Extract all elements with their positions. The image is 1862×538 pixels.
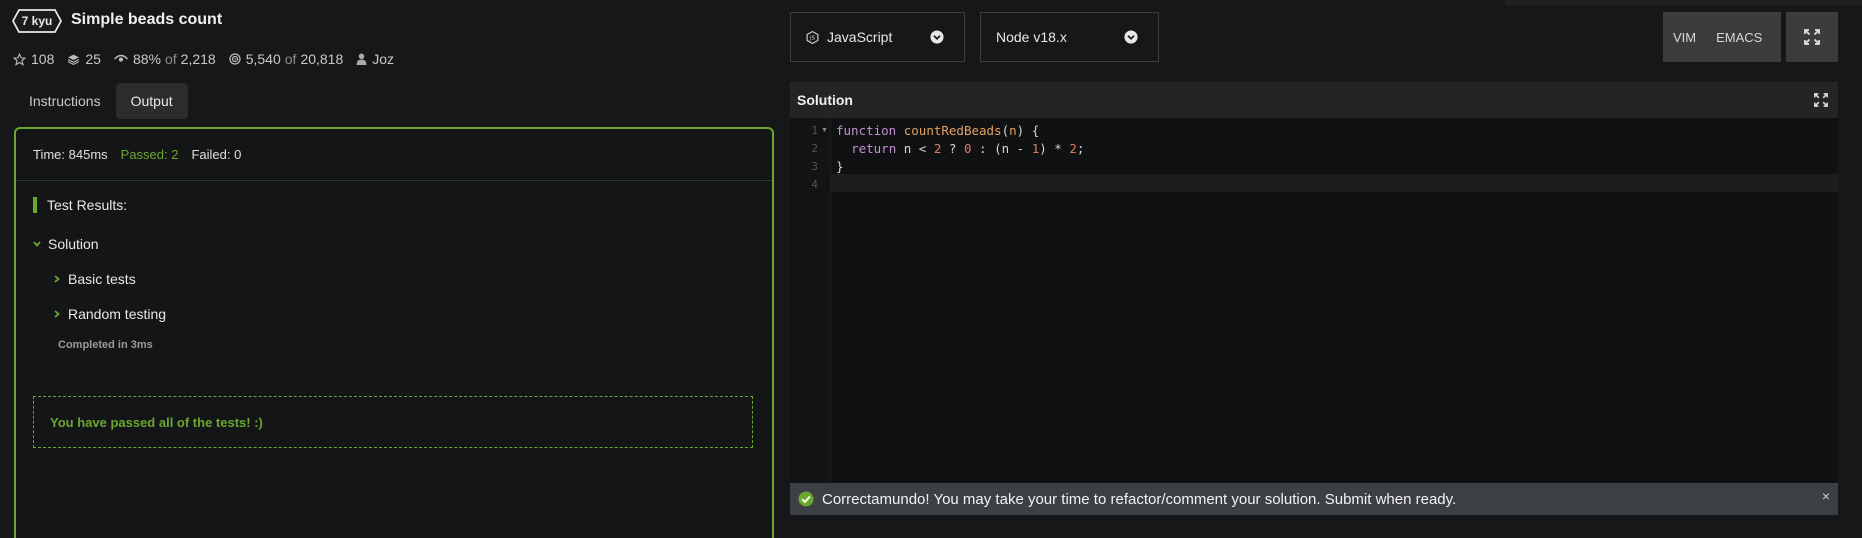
stars-stat[interactable]: 108 [13,51,54,67]
star-icon [13,52,26,66]
group-solution[interactable]: Solution [32,236,99,252]
failed-count: Failed: 0 [191,147,242,162]
target-icon [229,53,241,65]
kata-stats: 108 25 88% of 2,218 5,540 of 20,818 Joz [13,49,407,69]
layers-icon [68,54,80,65]
line-number: 4 [811,178,818,191]
chevron-right-icon [54,275,60,283]
runtime-value: Node v18.x [996,29,1067,45]
chevron-right-icon [54,310,60,318]
rank-badge: 7 kyu [12,9,62,33]
language-select[interactable]: JS JavaScript [790,12,965,62]
line-number: 2 [811,142,818,155]
chevron-down-circle-icon [1124,30,1138,44]
expand-icon [1804,29,1820,45]
test-random[interactable]: Random testing [52,306,166,322]
run-time: Time: 845ms [33,147,108,162]
user-icon [356,53,367,65]
author-stat[interactable]: Joz [356,51,394,67]
toast-message: Correctamundo! You may take your time to… [822,490,1457,508]
editor-gutter: 1 2 3 4 ▼ [790,118,831,483]
active-line [831,174,1838,192]
runtime-select[interactable]: Node v18.x [980,12,1159,62]
close-icon[interactable]: × [1822,488,1830,504]
eye-icon [113,54,128,62]
chevron-down-circle-icon [930,30,944,44]
svg-text:JS: JS [809,35,816,41]
satisfaction-stat: 88% of 2,218 [113,51,216,67]
satisfaction-votes: 2,218 [180,51,216,67]
vim-button[interactable]: VIM [1663,30,1706,45]
expand-icon[interactable] [1814,93,1828,107]
solution-title: Solution [797,92,853,108]
line-number: 1 [811,124,818,137]
code-editor[interactable]: 1 2 3 4 ▼ function countRedBeads(n) { re… [790,118,1838,483]
check-circle-icon [798,491,814,507]
rank-label: 7 kyu [21,14,53,28]
output-panel: Time: 845ms Passed: 2 Failed: 0 Test Res… [14,127,774,538]
test-label: Basic tests [68,271,136,287]
run-summary: Time: 845ms Passed: 2 Failed: 0 [16,129,772,181]
kata-panel: 7 kyu Simple beads count 108 25 88% of 2… [0,0,780,538]
passed-count: Passed: 2 [120,147,179,162]
test-label: Random testing [68,306,167,322]
language-value: JavaScript [827,29,893,45]
tab-instructions[interactable]: Instructions [14,83,116,119]
top-divider [1505,0,1862,5]
kata-title[interactable]: Simple beads count [71,11,222,29]
panel-tabs: Instructions Output [14,83,188,119]
keybinding-modes: VIM EMACS [1663,12,1781,62]
chevron-down-icon [33,241,41,247]
collections-stat[interactable]: 25 [67,51,101,67]
stars-count: 108 [31,51,55,67]
test-basic[interactable]: Basic tests [52,271,136,287]
group-label: Solution [48,236,99,252]
success-toast: Correctamundo! You may take your time to… [790,483,1838,515]
completed-time: Completed in 3ms [58,339,153,351]
solution-header: Solution [790,82,1838,118]
results-heading: Test Results: [33,197,127,213]
satisfaction-percent: 88% [132,51,161,67]
collections-count: 25 [85,51,101,67]
nodejs-hex-icon: JS [806,30,819,44]
completed-of: of [284,51,297,67]
emacs-button[interactable]: EMACS [1706,30,1772,45]
app-root: 7 kyu Simple beads count 108 25 88% of 2… [0,0,1862,538]
author-name: Joz [372,51,395,67]
line-number: 3 [811,160,818,173]
tab-output[interactable]: Output [115,83,188,119]
completions-stat: 5,540 of 20,818 [229,51,344,67]
pass-message: You have passed all of the tests! :) [33,396,753,448]
completed-count: 5,540 [245,51,281,67]
fullscreen-button[interactable] [1786,12,1838,62]
fold-arrow-icon[interactable]: ▼ [821,127,828,134]
attempted-count: 20,818 [300,51,344,67]
code-content[interactable]: function countRedBeads(n) { return n < 2… [836,122,1084,176]
satisfaction-of: of [164,51,177,67]
